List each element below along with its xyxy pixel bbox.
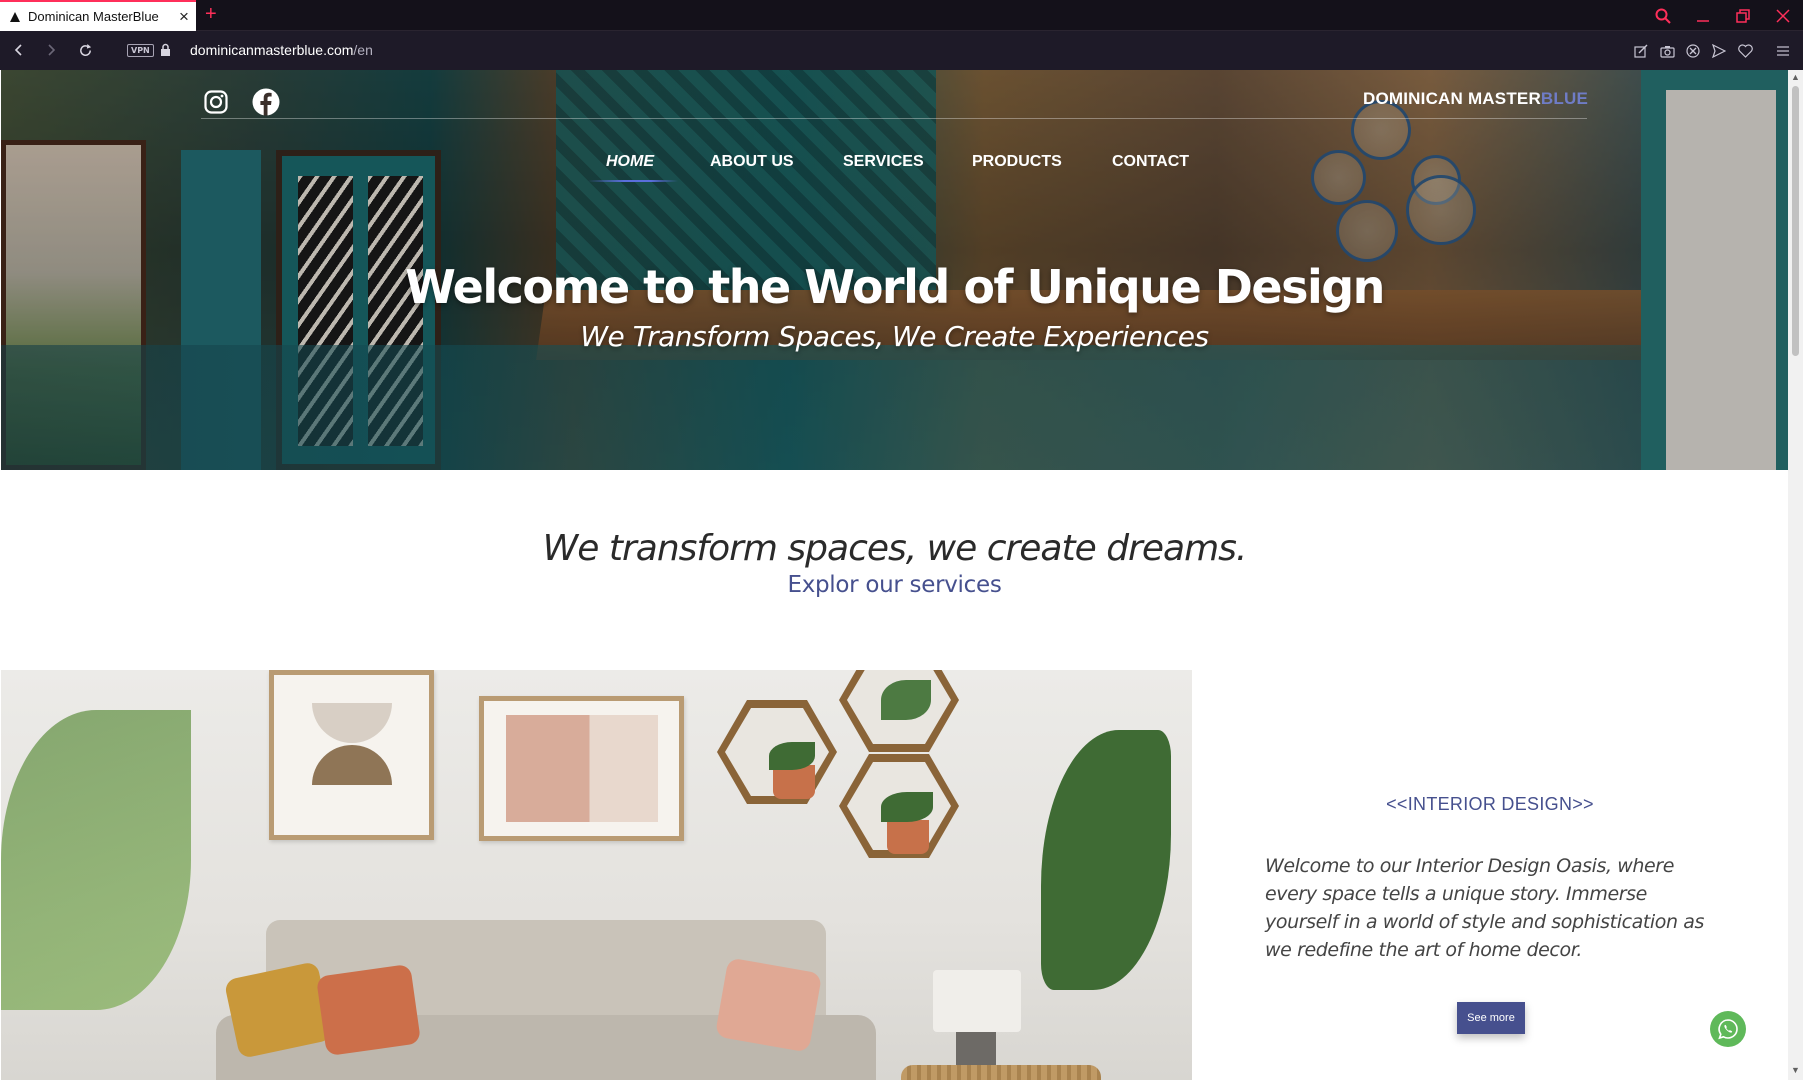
header-divider (201, 118, 1587, 119)
scroll-up-icon[interactable]: ▲ (1791, 73, 1800, 82)
url-domain: dominicanmasterblue.com (190, 42, 354, 58)
nav-services[interactable]: SERVICES (843, 152, 924, 186)
plant-leaves (881, 680, 931, 720)
facebook-icon[interactable] (252, 88, 280, 116)
see-more-button[interactable]: See more (1457, 1002, 1525, 1034)
nav-contact[interactable]: CONTACT (1112, 152, 1189, 186)
explore-services-link[interactable]: Explor our services (1, 572, 1788, 598)
vpn-badge[interactable]: VPN (127, 44, 154, 57)
instagram-icon[interactable] (204, 90, 228, 114)
site-favicon-icon (10, 11, 20, 22)
brand-logo[interactable]: DOMINICAN MASTERBLUE (1363, 89, 1588, 109)
wall-art-frame (479, 696, 684, 841)
camera-icon[interactable] (1657, 41, 1677, 61)
nav-home-label: HOME (606, 153, 654, 170)
tab-title: Dominican MasterBlue (28, 9, 159, 24)
scroll-thumb[interactable] (1792, 86, 1799, 356)
menu-settings-icon[interactable] (1773, 41, 1793, 61)
forward-icon[interactable] (40, 39, 62, 61)
tab-close-icon[interactable]: × (172, 7, 196, 27)
wall-art-frame (269, 670, 434, 840)
back-icon[interactable] (8, 39, 30, 61)
main-nav: HOME ABOUT US SERVICES PRODUCTS CONTACT (1, 152, 1788, 186)
plant-leaves (1, 710, 191, 1010)
hero-section: DOMINICAN MASTERBLUE HOME ABOUT US SERVI… (1, 70, 1788, 470)
nav-products-label: PRODUCTS (972, 153, 1062, 170)
lamp-shade (933, 970, 1021, 1032)
browser-tab-bar: Dominican MasterBlue × + (0, 0, 1803, 31)
page-scrollbar[interactable]: ▲ ▼ (1788, 70, 1803, 1080)
edit-icon[interactable] (1631, 41, 1651, 61)
nav-services-label: SERVICES (843, 153, 924, 170)
close-window-icon[interactable] (1769, 4, 1797, 28)
whatsapp-icon[interactable] (1710, 1011, 1746, 1047)
browser-address-bar: VPN dominicanmasterblue.com/en (0, 31, 1803, 70)
brand-main-text: DOMINICAN MASTER (1363, 89, 1541, 108)
pillow (315, 963, 422, 1057)
reload-icon[interactable] (74, 39, 96, 61)
nav-contact-label: CONTACT (1112, 153, 1190, 170)
nav-products[interactable]: PRODUCTS (972, 152, 1062, 186)
scroll-down-icon[interactable]: ▼ (1791, 1066, 1800, 1075)
minimize-icon[interactable] (1689, 4, 1717, 28)
nav-about-label: ABOUT US (710, 153, 794, 170)
rattan-chair (901, 1065, 1101, 1080)
plant-leaves (1041, 730, 1171, 990)
brand-blue-text: BLUE (1540, 89, 1588, 108)
plant-pot (887, 820, 929, 854)
nav-active-indicator (588, 180, 678, 182)
url-field[interactable]: dominicanmasterblue.com/en (190, 42, 373, 58)
tagline: We transform spaces, we create dreams. (542, 528, 1248, 569)
plant-leaves (881, 792, 933, 822)
new-tab-icon[interactable]: + (205, 3, 217, 26)
plant-leaves (769, 742, 815, 770)
lock-icon (161, 43, 170, 56)
hero-title: Welcome to the World of Unique Design (405, 260, 1385, 314)
interior-design-title: <<INTERIOR DESIGN>> (1386, 794, 1594, 814)
plant-pot (773, 765, 815, 799)
nav-home[interactable]: HOME (588, 152, 678, 186)
pillow (714, 957, 823, 1053)
adblock-icon[interactable] (1683, 41, 1703, 61)
page-viewport: DOMINICAN MASTERBLUE HOME ABOUT US SERVI… (1, 70, 1788, 1080)
hero-subtitle: We Transform Spaces, We Create Experienc… (580, 320, 1209, 353)
nav-about-us[interactable]: ABOUT US (710, 152, 794, 186)
heart-icon[interactable] (1735, 41, 1755, 61)
send-icon[interactable] (1709, 41, 1729, 61)
restore-icon[interactable] (1729, 4, 1757, 28)
search-icon[interactable] (1649, 4, 1677, 28)
interior-design-description: Welcome to our Interior Design Oasis, wh… (1265, 855, 1705, 961)
interior-design-image (1, 670, 1192, 1080)
url-path: /en (353, 42, 373, 58)
browser-tab[interactable]: Dominican MasterBlue × (0, 0, 196, 31)
